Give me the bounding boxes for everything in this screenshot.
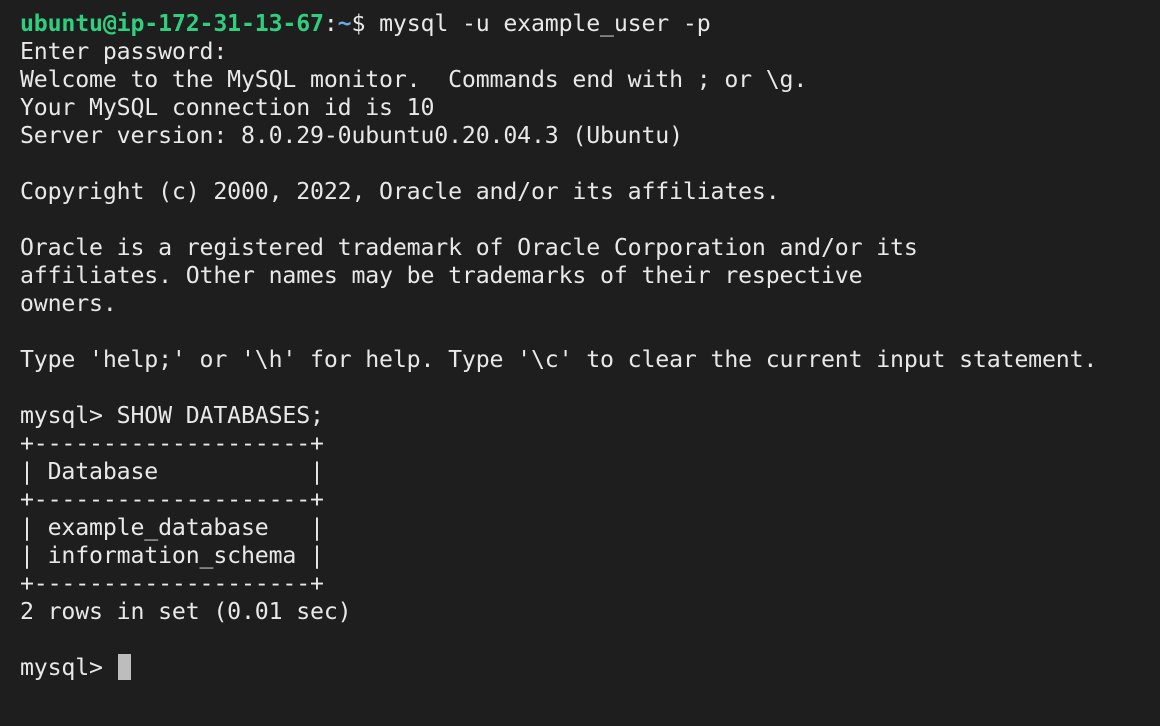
shell-dollar: $ bbox=[351, 10, 380, 37]
output-line: affiliates. Other names may be trademark… bbox=[20, 262, 863, 289]
result-summary: 2 rows in set (0.01 sec) bbox=[20, 598, 352, 625]
table-row: | example_database | bbox=[20, 514, 324, 541]
output-line: Your MySQL connection id is 10 bbox=[20, 94, 435, 121]
shell-prompt-line: ubuntu@ip-172-31-13-67:~$ mysql -u examp… bbox=[20, 10, 1140, 38]
output-line: Server version: 8.0.29-0ubuntu0.20.04.3 … bbox=[20, 122, 683, 149]
output-line: Enter password: bbox=[20, 38, 228, 65]
mysql-command-line: mysql> SHOW DATABASES; bbox=[20, 402, 324, 429]
text-cursor[interactable] bbox=[117, 654, 131, 680]
mysql-prompt-line[interactable]: mysql> bbox=[20, 654, 1140, 682]
table-border: +--------------------+ bbox=[20, 486, 324, 513]
mysql-prompt: mysql> bbox=[20, 654, 117, 681]
output-line: Copyright (c) 2000, 2022, Oracle and/or … bbox=[20, 178, 780, 205]
output-line: Type 'help;' or '\h' for help. Type '\c'… bbox=[20, 346, 1098, 373]
table-row: | information_schema | bbox=[20, 542, 324, 569]
output-line: owners. bbox=[20, 290, 117, 317]
terminal-window[interactable]: ubuntu@ip-172-31-13-67:~$ mysql -u examp… bbox=[0, 0, 1160, 726]
table-header: | Database | bbox=[20, 458, 324, 485]
shell-path: ~ bbox=[337, 10, 352, 37]
shell-separator: : bbox=[323, 10, 338, 37]
table-border: +--------------------+ bbox=[20, 430, 324, 457]
shell-command: mysql -u example_user -p bbox=[379, 10, 711, 37]
output-line: Oracle is a registered trademark of Orac… bbox=[20, 234, 918, 261]
shell-user-host: ubuntu@ip-172-31-13-67 bbox=[20, 10, 324, 37]
table-border: +--------------------+ bbox=[20, 570, 324, 597]
output-line: Welcome to the MySQL monitor. Commands e… bbox=[20, 66, 808, 93]
